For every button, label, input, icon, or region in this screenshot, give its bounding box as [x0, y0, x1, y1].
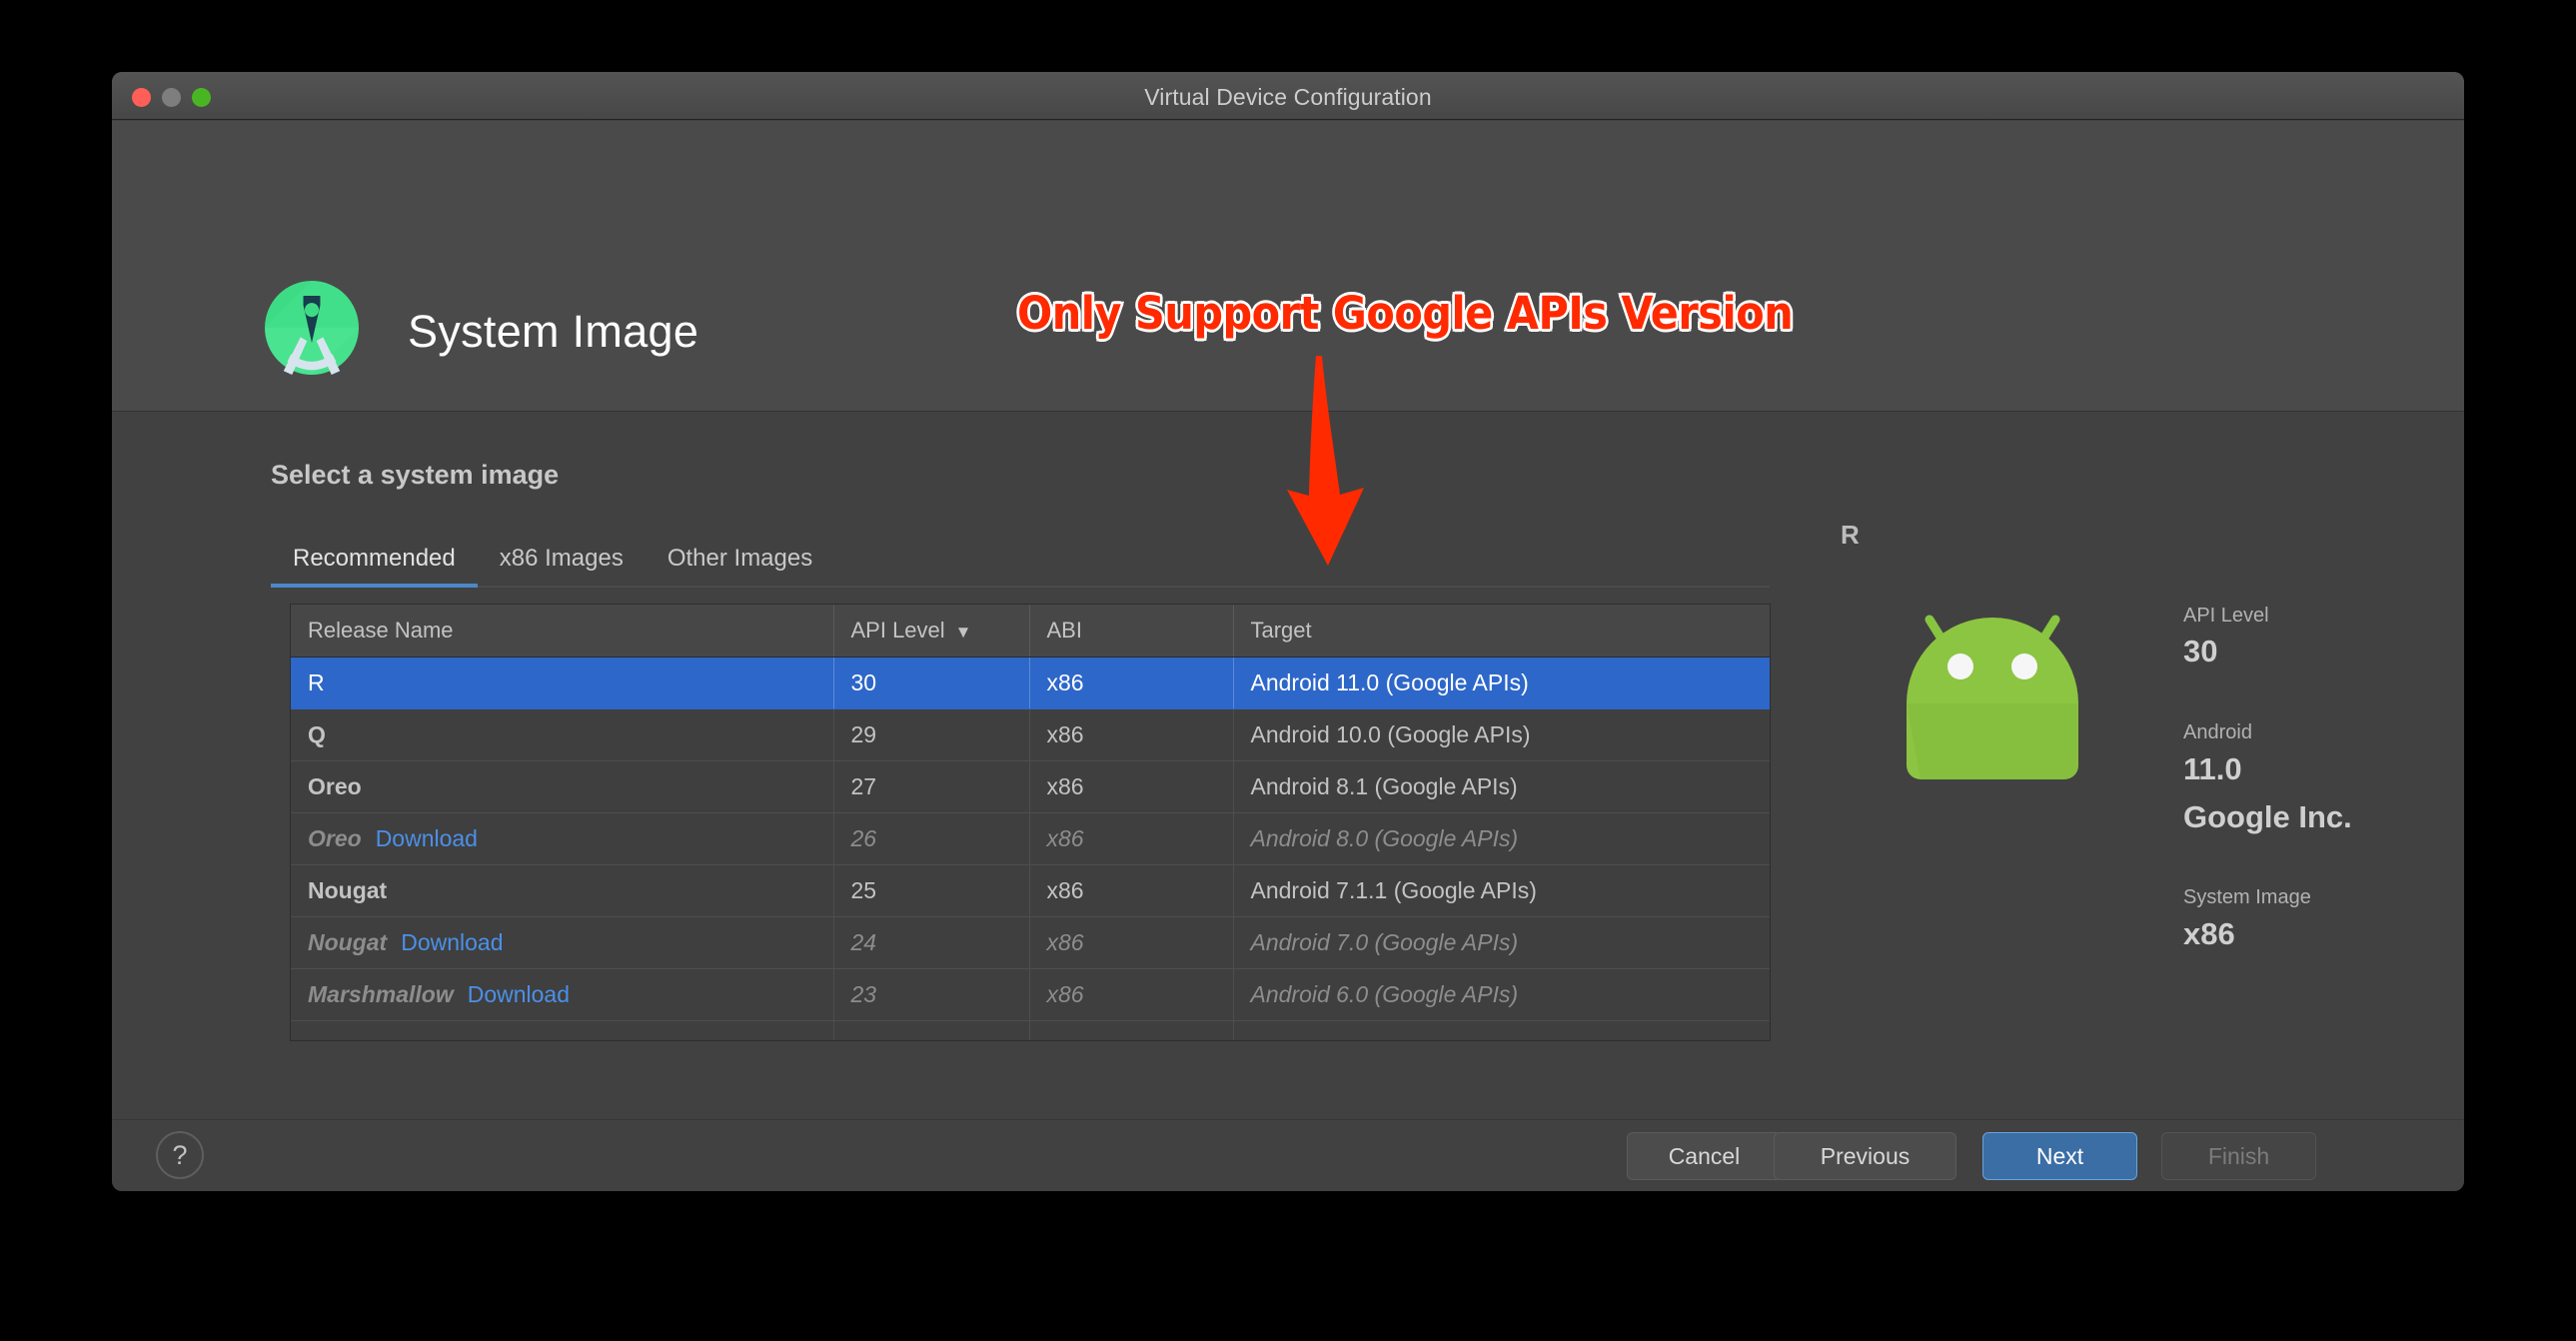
release-name-text: Oreo — [308, 772, 362, 799]
cell-abi: x86 — [1029, 760, 1234, 813]
table-body: R 30 x86 Android 11.0 (Google APIs) Q 29… — [291, 657, 1770, 1040]
column-header-abi[interactable]: ABI — [1029, 605, 1234, 658]
column-header-api-level-label: API Level — [850, 617, 945, 643]
release-name-text: Marshmallow — [308, 980, 454, 1007]
cell-filler — [291, 1020, 834, 1040]
release-name-text: Oreo — [308, 824, 362, 851]
column-header-api-level[interactable]: API Level ▼ — [833, 605, 1030, 658]
tab-x86-images[interactable]: x86 Images — [478, 540, 645, 588]
cell-release-name: Nougat — [291, 864, 834, 917]
release-name-text: Nougat — [308, 928, 388, 955]
table-row[interactable]: Marshmallow Download 23 x86 Android 6.0 (… — [291, 968, 1770, 1021]
table-row[interactable]: Oreo Download 26 x86 Android 8.0 (Google … — [291, 812, 1770, 865]
cell-target: Android 6.0 (Google APIs) — [1233, 968, 1770, 1021]
cell-api-level: 24 — [833, 916, 1030, 969]
cell-release-name: Oreo — [291, 760, 834, 813]
cell-abi: x86 — [1029, 916, 1234, 969]
cell-api-level: 25 — [833, 864, 1030, 917]
tabstrip: Recommended x86 Images Other Images — [271, 540, 834, 588]
detail-system-image-label: System Image — [2183, 886, 2311, 908]
cell-release-name: R — [291, 657, 834, 709]
annotation-down-arrow-icon — [1287, 356, 1364, 566]
cell-target: Android 7.0 (Google APIs) — [1233, 916, 1770, 969]
system-image-table[interactable]: Release Name API Level ▼ ABI Target R 30 … — [290, 604, 1771, 1041]
detail-android-label: Android — [2183, 721, 2252, 743]
table-row-filler — [291, 1020, 1770, 1040]
cell-release-name: Oreo Download — [291, 812, 834, 865]
cell-api-level: 27 — [833, 760, 1030, 813]
next-button[interactable]: Next — [1982, 1132, 2137, 1180]
page-title: System Image — [408, 306, 699, 357]
cell-abi: x86 — [1029, 864, 1234, 917]
table-row[interactable]: Nougat Download 24 x86 Android 7.0 (Googl… — [291, 916, 1770, 969]
annotation-label: Only Support Google APIs Version — [1015, 285, 1796, 343]
finish-button: Finish — [2161, 1132, 2316, 1180]
cell-abi: x86 — [1029, 657, 1234, 709]
android-studio-logo-icon — [265, 281, 359, 375]
download-link[interactable]: Download — [401, 929, 503, 955]
sort-descending-icon: ▼ — [954, 622, 972, 642]
cell-release-name: Q — [291, 708, 834, 761]
cell-release-name: Nougat Download — [291, 916, 834, 969]
detail-vendor: Google Inc. — [2183, 799, 2352, 834]
virtual-device-configuration-window: Virtual Device Configuration System Imag… — [112, 72, 2464, 1191]
detail-android-value: 11.0 — [2183, 751, 2242, 786]
release-name-text: Nougat — [308, 876, 388, 903]
cell-abi: x86 — [1029, 708, 1234, 761]
release-name-text: R — [308, 669, 325, 695]
table-header-row: Release Name API Level ▼ ABI Target — [291, 605, 1770, 658]
tab-recommended[interactable]: Recommended — [271, 540, 478, 588]
cell-api-level: 29 — [833, 708, 1030, 761]
column-header-release-name[interactable]: Release Name — [291, 605, 834, 658]
previous-button[interactable]: Previous — [1774, 1132, 1956, 1180]
detail-release-name: R — [1841, 520, 1860, 550]
cell-api-level: 26 — [833, 812, 1030, 865]
window-titlebar: Virtual Device Configuration — [112, 72, 2464, 120]
cell-filler — [833, 1020, 1030, 1040]
cell-target: Android 10.0 (Google APIs) — [1233, 708, 1770, 761]
cell-release-name: Marshmallow Download — [291, 968, 834, 1021]
cell-abi: x86 — [1029, 812, 1234, 865]
download-link[interactable]: Download — [376, 825, 478, 851]
window-title: Virtual Device Configuration — [1144, 84, 1432, 110]
release-name-text: Q — [308, 720, 326, 747]
cell-abi: x86 — [1029, 968, 1234, 1021]
cell-target: Android 7.1.1 (Google APIs) — [1233, 864, 1770, 917]
cell-api-level: 30 — [833, 657, 1030, 709]
detail-system-image-value: x86 — [2183, 916, 2235, 951]
section-title: Select a system image — [271, 460, 560, 490]
tab-other-images[interactable]: Other Images — [645, 540, 834, 588]
table-row[interactable]: R 30 x86 Android 11.0 (Google APIs) — [291, 657, 1770, 709]
table-row[interactable]: Oreo 27 x86 Android 8.1 (Google APIs) — [291, 760, 1770, 813]
table-row[interactable]: Q 29 x86 Android 10.0 (Google APIs) — [291, 708, 1770, 761]
cancel-button[interactable]: Cancel — [1627, 1132, 1782, 1180]
android-robot-icon — [1907, 615, 2078, 779]
wizard-footer: ? Cancel Previous Next Finish — [112, 1119, 2464, 1191]
system-image-detail-panel: R API Level 30 Android 11.0 Google Inc. … — [1811, 412, 2430, 1119]
download-link[interactable]: Download — [468, 981, 570, 1007]
table-row[interactable]: Nougat 25 x86 Android 7.1.1 (Google APIs… — [291, 864, 1770, 917]
detail-api-level-label: API Level — [2183, 605, 2269, 627]
column-header-target[interactable]: Target — [1233, 605, 1770, 658]
cell-filler — [1233, 1020, 1770, 1040]
cell-target: Android 8.1 (Google APIs) — [1233, 760, 1770, 813]
help-button[interactable]: ? — [156, 1131, 204, 1179]
cell-target: Android 11.0 (Google APIs) — [1233, 657, 1770, 709]
cell-api-level: 23 — [833, 968, 1030, 1021]
cell-target: Android 8.0 (Google APIs) — [1233, 812, 1770, 865]
detail-api-level-value: 30 — [2183, 634, 2218, 669]
cell-filler — [1029, 1020, 1234, 1040]
